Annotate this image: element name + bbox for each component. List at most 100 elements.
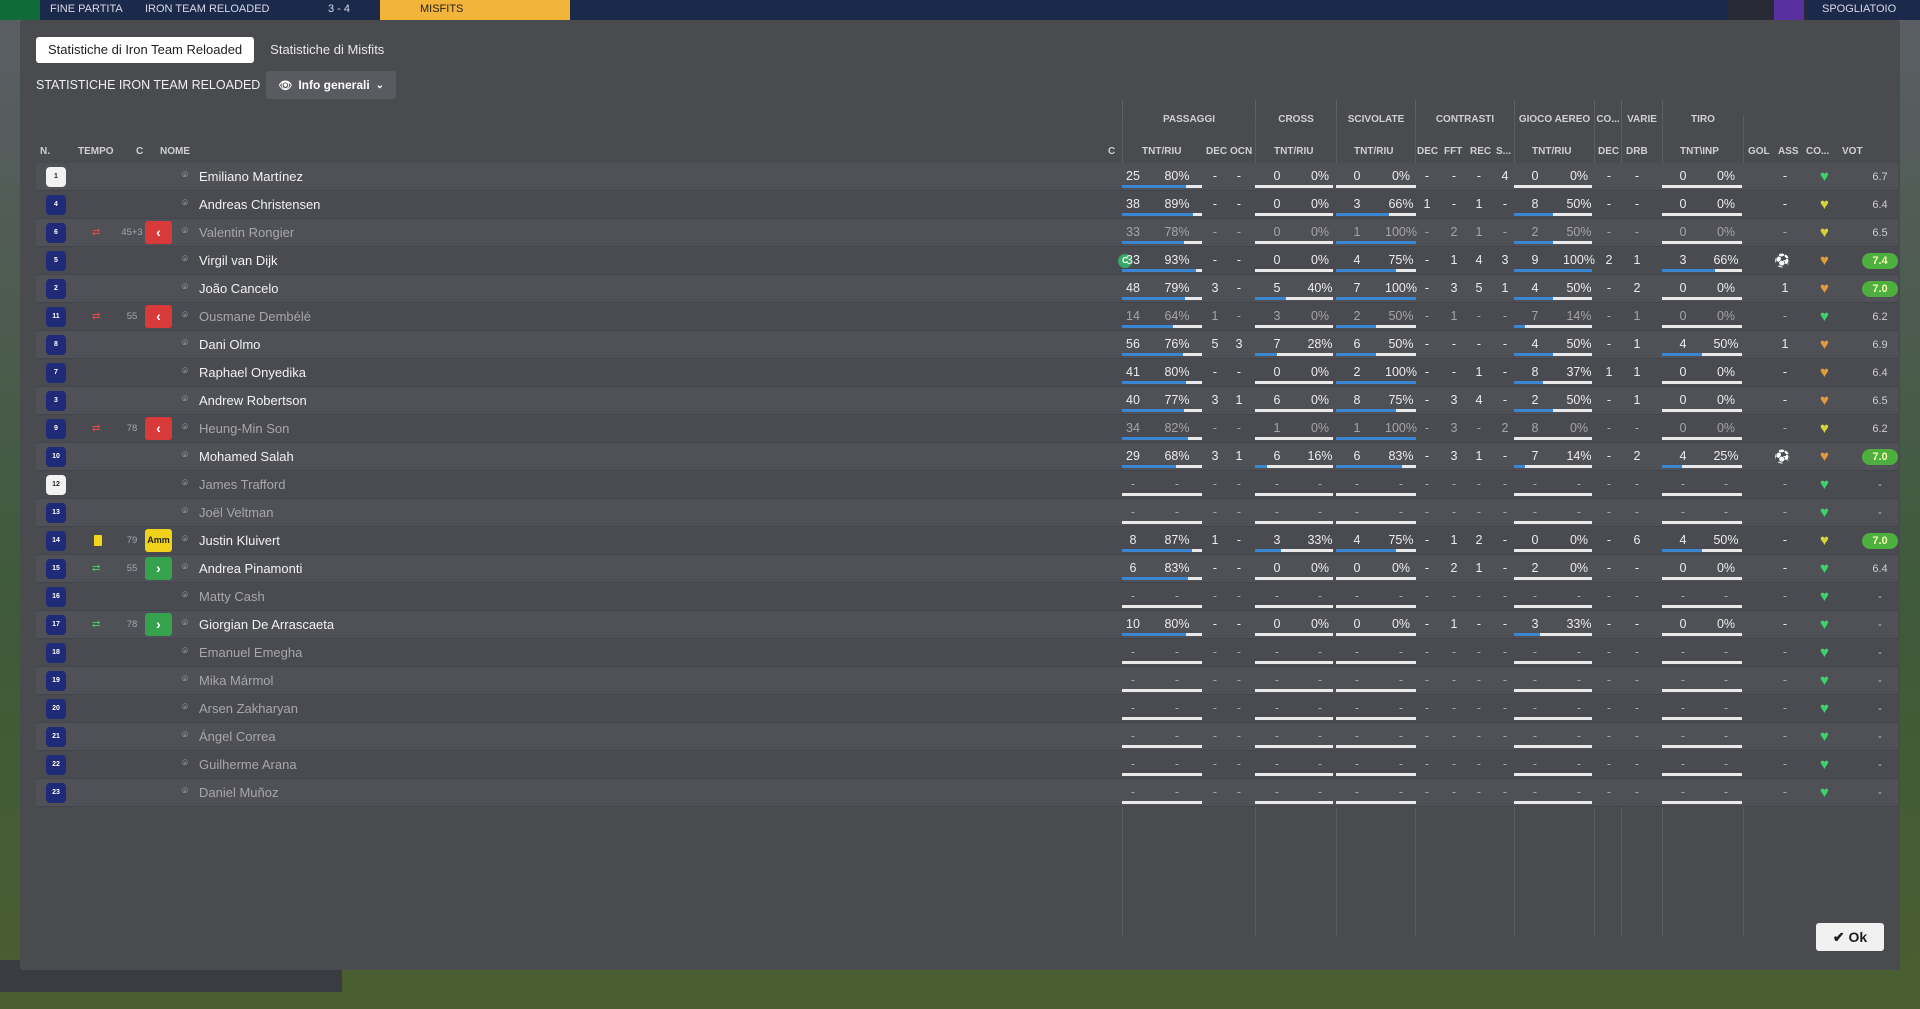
column-header-var-drb[interactable]: DRB <box>1626 146 1648 157</box>
person-icon[interactable]: ⌾ <box>182 282 188 293</box>
player-name[interactable]: Andreas Christensen <box>199 197 320 212</box>
table-row[interactable]: 6 ⇄ 45+3 ‹ ⌾ Valentin Rongier 33 78% - -0 0% 1 100% -… <box>36 219 1898 247</box>
column-header-ass[interactable]: ASS <box>1778 146 1799 157</box>
table-row[interactable]: 13 ⌾ Joël Veltman - - - - - - - - - - - - - - - - - - - ♥ - <box>36 499 1898 527</box>
column-header-pass-ocn[interactable]: OCN <box>1230 146 1252 157</box>
player-name[interactable]: Daniel Muñoz <box>199 785 279 800</box>
table-row[interactable]: 3 ⌾ Andrew Robertson 40 77% 3 1 6 0% 8 75% -3 4-2 50%… <box>36 387 1898 415</box>
person-icon[interactable]: ⌾ <box>182 478 188 489</box>
person-icon[interactable]: ⌾ <box>182 758 188 769</box>
table-row[interactable]: 4 ⌾ Andreas Christensen 38 89% - - 0 0% 3 66% 1 - 1 - 8… <box>36 191 1898 219</box>
person-icon[interactable]: ⌾ <box>182 702 188 713</box>
dropdown-icon[interactable] <box>1774 0 1804 20</box>
table-row[interactable]: 9 ⇄ 78 ‹ ⌾ Heung-Min Son 34 82% - -1 0% 1 100% -3-2 8 0… <box>36 415 1898 443</box>
table-row[interactable]: 18 ⌾ Emanuel Emegha - - - - - - - - - - - - - - - - - - - ♥ - <box>36 639 1898 667</box>
column-header-nome[interactable]: NOME <box>160 146 190 157</box>
player-name[interactable]: Emanuel Emegha <box>199 645 302 660</box>
table-row[interactable]: 8 ⌾ Dani Olmo 56 76% 5 3 7 28% 6 50% - - - -4 50% -1 4 50%… <box>36 331 1898 359</box>
table-row[interactable]: 17 ⇄ 78 › ⌾ Giorgian De Arrascaeta 10 80% - -0 0% 0… <box>36 611 1898 639</box>
table-row[interactable]: 21 ⌾ Ángel Correa - - - - - - - - - - - - - - - - - - - ♥ - <box>36 723 1898 751</box>
table-row[interactable]: 20 ⌾ Arsen Zakharyan - - - - - - - - - - - - - - - - - - - ♥ - <box>36 695 1898 723</box>
person-icon[interactable]: ⌾ <box>182 506 188 517</box>
column-header-tack-tr[interactable]: TNT/RIU <box>1354 146 1393 157</box>
column-header-co-dec[interactable]: DEC <box>1598 146 1619 157</box>
column-header-c[interactable]: C <box>136 146 143 157</box>
column-header-pass-tr[interactable]: TNT/RIU <box>1142 146 1181 157</box>
player-name[interactable]: Heung-Min Son <box>199 421 289 436</box>
column-header-cond[interactable]: CO... <box>1806 146 1829 157</box>
player-name[interactable]: Matty Cash <box>199 589 265 604</box>
player-name[interactable]: Joël Veltman <box>199 505 273 520</box>
view-dropdown[interactable]: 👁 Info generali ⌄ <box>266 71 397 99</box>
table-row[interactable]: 16 ⌾ Matty Cash - - - - - - - - - - - - - - - - - - - ♥ - <box>36 583 1898 611</box>
person-icon[interactable]: ⌾ <box>182 534 188 545</box>
shirt-number-icon: 4 <box>46 195 66 215</box>
player-name[interactable]: Giorgian De Arrascaeta <box>199 617 334 632</box>
table-row[interactable]: 15 ⇄ 55 › ⌾ Andrea Pinamonti 6 83% - -0 0% 0 0% -2 1-2… <box>36 555 1898 583</box>
person-icon[interactable]: ⌾ <box>182 310 188 321</box>
person-icon[interactable]: ⌾ <box>182 450 188 461</box>
player-name[interactable]: Valentin Rongier <box>199 225 294 240</box>
column-header-tempo[interactable]: TEMPO <box>78 146 114 157</box>
person-icon[interactable]: ⌾ <box>182 170 188 181</box>
table-row[interactable]: 22 ⌾ Guilherme Arana - - - - - - - - - - - - - - - - - - - ♥ - <box>36 751 1898 779</box>
person-icon[interactable]: ⌾ <box>182 254 188 265</box>
table-row[interactable]: 10 ⌾ Mohamed Salah 29 68% 3 1 6 16% 6 83% -3 1-7 14% -… <box>36 443 1898 471</box>
column-header-n[interactable]: N. <box>40 146 50 157</box>
player-name[interactable]: Emiliano Martínez <box>199 169 303 184</box>
player-name[interactable]: Raphael Onyedika <box>199 365 306 380</box>
tab-home-stats[interactable]: Statistiche di Iron Team Reloaded <box>36 37 255 63</box>
table-row[interactable]: 23 ⌾ Daniel Muñoz - - - - - - - - - - - - - - - - - - - ♥ - <box>36 779 1898 807</box>
table-row[interactable]: 11 ⇄ 55 ‹ ⌾ Ousmane Dembélé 14 64% 1-3 0% 2 50% -1- -… <box>36 303 1898 331</box>
player-name[interactable]: Arsen Zakharyan <box>199 701 298 716</box>
person-icon[interactable]: ⌾ <box>182 646 188 657</box>
player-name[interactable]: Mika Mármol <box>199 673 273 688</box>
player-name[interactable]: Mohamed Salah <box>199 449 294 464</box>
column-header-pass-dec[interactable]: DEC <box>1206 146 1227 157</box>
table-row[interactable]: 5 ⌾ Virgil van Dijk C 33 93% - -0 0% 4 75% -1 4 3 9 100… <box>36 247 1898 275</box>
player-name[interactable]: Virgil van Dijk <box>199 253 278 268</box>
table-row[interactable]: 19 ⌾ Mika Mármol - - - - - - - - - - - - - - - - - - - ♥ - <box>36 667 1898 695</box>
column-header-vot[interactable]: VOT <box>1842 146 1863 157</box>
player-name[interactable]: Justin Kluivert <box>199 533 280 548</box>
player-name[interactable]: Guilherme Arana <box>199 757 297 772</box>
person-icon[interactable]: ⌾ <box>182 198 188 209</box>
person-icon[interactable]: ⌾ <box>182 730 188 741</box>
person-icon[interactable]: ⌾ <box>182 394 188 405</box>
column-header-con-fft[interactable]: FFT <box>1444 146 1462 157</box>
table-row[interactable]: 1 ⌾ Emiliano Martínez 25 80% - -0 0% 0 0% - - -4 0 0% -… <box>36 163 1898 191</box>
player-name[interactable]: João Cancelo <box>199 281 279 296</box>
column-header-shot-tr[interactable]: TNT\INP <box>1680 146 1719 157</box>
player-name[interactable]: Ángel Correa <box>199 729 276 744</box>
end-match-label[interactable]: FINE PARTITA <box>50 3 123 15</box>
player-name[interactable]: Andrea Pinamonti <box>199 561 302 576</box>
person-icon[interactable]: ⌾ <box>182 422 188 433</box>
person-icon[interactable]: ⌾ <box>182 562 188 573</box>
player-name[interactable]: Andrew Robertson <box>199 393 307 408</box>
column-header-gol[interactable]: GOL <box>1748 146 1770 157</box>
person-icon[interactable]: ⌾ <box>182 590 188 601</box>
table-row[interactable]: 7 ⌾ Raphael Onyedika 41 80% - -0 0% 2 100% - -1-8 37… <box>36 359 1898 387</box>
player-name[interactable]: Ousmane Dembélé <box>199 309 311 324</box>
table-row[interactable]: 12 ⌾ James Trafford - - - - - - - - - - - - - - - - - - - ♥ - <box>36 471 1898 499</box>
person-icon[interactable]: ⌾ <box>182 226 188 237</box>
player-name[interactable]: James Trafford <box>199 477 285 492</box>
column-header-air-tr[interactable]: TNT/RIU <box>1532 146 1571 157</box>
person-icon[interactable]: ⌾ <box>182 338 188 349</box>
column-header-con-dec[interactable]: DEC <box>1417 146 1438 157</box>
contrasti-stat: - <box>1476 421 1482 435</box>
table-row[interactable]: 2 ⌾ João Cancelo 48 79% 3-5 40% 7 100% -3 5 1 4 50% -2… <box>36 275 1898 303</box>
player-name[interactable]: Dani Olmo <box>199 337 260 352</box>
person-icon[interactable]: ⌾ <box>182 618 188 629</box>
tab-away-stats[interactable]: Statistiche di Misfits <box>258 37 396 63</box>
dressing-room-button[interactable]: SPOGLIATOIO <box>1822 3 1896 15</box>
person-icon[interactable]: ⌾ <box>182 674 188 685</box>
column-header-con-s[interactable]: S... <box>1496 146 1511 157</box>
column-header-con-rec[interactable]: REC <box>1470 146 1491 157</box>
ok-button[interactable]: ✔ Ok <box>1816 923 1884 951</box>
table-row[interactable]: 14 79 Amm ⌾ Justin Kluivert 8 87% 1-3 33% 4 75% -1 2… <box>36 527 1898 555</box>
person-icon[interactable]: ⌾ <box>182 786 188 797</box>
column-header-cross-tr[interactable]: TNT/RIU <box>1274 146 1313 157</box>
column-header-capt[interactable]: C <box>1108 146 1115 157</box>
person-icon[interactable]: ⌾ <box>182 366 188 377</box>
